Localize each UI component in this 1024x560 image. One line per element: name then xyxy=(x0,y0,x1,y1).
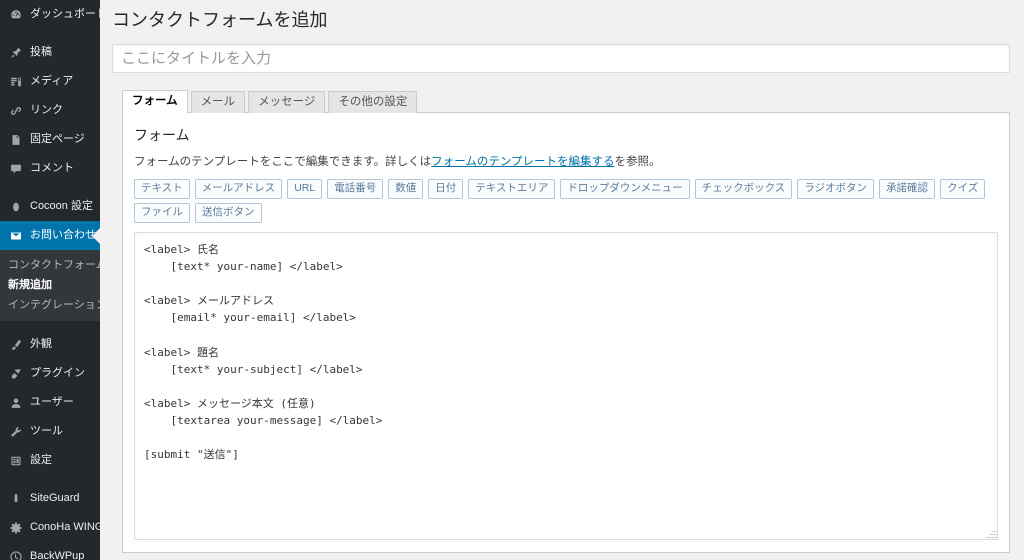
save-row: 保存 xyxy=(100,553,1024,560)
sidebar-item-comment[interactable]: コメント xyxy=(0,154,100,183)
sidebar-item-label: コメント xyxy=(30,162,74,174)
sidebar-item-label: ユーザー xyxy=(30,396,74,408)
tools-icon xyxy=(7,423,25,441)
sidebar-submenu-item-1[interactable]: 新規追加 xyxy=(0,275,100,295)
sidebar-item-cocoon[interactable]: Cocoon 設定 xyxy=(0,192,100,221)
sidebar-item-label: 固定ページ xyxy=(30,133,85,145)
siteguard-icon xyxy=(7,490,25,508)
tag-generator-buttons: テキスト メールアドレス URL 電話番号 数値 日付 テキストエリア ドロップダウンメニュー… xyxy=(134,179,998,224)
brush-icon xyxy=(7,336,25,354)
sidebar-item-label: お問い合わせ xyxy=(30,229,96,241)
pin-icon xyxy=(7,44,25,62)
sidebar-item-label: SiteGuard xyxy=(30,492,80,504)
gear-icon xyxy=(7,519,25,537)
tab-1[interactable]: メール xyxy=(190,91,246,114)
page-icon xyxy=(7,131,25,149)
sidebar-submenu-contact-form: コンタクトフォーム 新規追加 インテグレーション xyxy=(0,250,100,321)
dashboard-icon xyxy=(7,6,25,24)
sidebar-item-label: ConoHa WING xyxy=(30,521,100,533)
comment-icon xyxy=(7,160,25,178)
sidebar-separator xyxy=(0,29,100,38)
tag-button-1[interactable]: メールアドレス xyxy=(194,179,283,200)
sidebar-item-label: 外観 xyxy=(30,338,52,350)
tag-button-11[interactable]: クイズ xyxy=(940,179,986,200)
main-content: コンタクトフォームを追加 フォームメールメッセージその他の設定 フォーム フォー… xyxy=(100,0,1024,560)
sidebar-item-user[interactable]: ユーザー xyxy=(0,388,100,417)
sidebar-submenu-item-2[interactable]: インテグレーション xyxy=(0,295,100,315)
sidebar-item-backwpup[interactable]: BackWPup xyxy=(0,542,100,560)
tab-2[interactable]: メッセージ xyxy=(248,91,326,114)
mail-icon xyxy=(7,227,25,245)
backwpup-icon xyxy=(7,548,25,560)
panel-description: フォームのテンプレートをここで編集できます。詳しくはフォームのテンプレートを編集… xyxy=(134,154,998,171)
tag-button-5[interactable]: 日付 xyxy=(428,179,464,200)
tag-button-8[interactable]: チェックボックス xyxy=(694,179,793,200)
sidebar-item-settings[interactable]: 設定 xyxy=(0,446,100,475)
page-title: コンタクトフォームを追加 xyxy=(112,10,328,30)
sidebar-separator xyxy=(0,475,100,484)
tag-button-3[interactable]: 電話番号 xyxy=(327,179,384,200)
cocoon-icon xyxy=(7,198,25,216)
sidebar-separator xyxy=(0,183,100,192)
panel-description-after: を参照。 xyxy=(614,155,661,168)
link-icon xyxy=(7,102,25,120)
sidebar-item-label: ツール xyxy=(30,425,63,437)
tab-0[interactable]: フォーム xyxy=(122,90,188,114)
plugin-icon xyxy=(7,365,25,383)
form-template-doc-link[interactable]: フォームのテンプレートを編集する xyxy=(431,156,614,168)
panel-heading: フォーム xyxy=(134,127,190,144)
tag-button-9[interactable]: ラジオボタン xyxy=(797,179,875,200)
sidebar-item-label: 設定 xyxy=(30,454,52,466)
admin-screen: ダッシュボード 投稿メディアリンク固定ページコメント Cocoon 設定 お問い合わせ… xyxy=(0,0,1024,560)
sidebar-item-label: BackWPup xyxy=(30,550,85,560)
sidebar-submenu-item-0[interactable]: コンタクトフォーム xyxy=(0,255,100,275)
tag-button-7[interactable]: ドロップダウンメニュー xyxy=(560,179,690,200)
tab-3[interactable]: その他の設定 xyxy=(328,91,418,114)
tag-button-4[interactable]: 数値 xyxy=(388,179,424,200)
tag-button-6[interactable]: テキストエリア xyxy=(468,179,556,200)
media-icon xyxy=(7,73,25,91)
sidebar-item-media[interactable]: メディア xyxy=(0,67,100,96)
editor-tabs: フォーム メール メッセージ その他の設定 xyxy=(100,90,1024,114)
tag-button-12[interactable]: ファイル xyxy=(134,203,190,224)
form-title-input[interactable] xyxy=(112,44,1010,74)
admin-sidebar: ダッシュボード 投稿メディアリンク固定ページコメント Cocoon 設定 お問い合わせ… xyxy=(0,0,100,560)
sidebar-item-tools[interactable]: ツール xyxy=(0,417,100,446)
user-icon xyxy=(7,394,25,412)
sidebar-item-label: 投稿 xyxy=(30,46,52,58)
sidebar-item-page[interactable]: 固定ページ xyxy=(0,125,100,154)
form-template-textarea[interactable] xyxy=(134,232,998,541)
sidebar-item-brush[interactable]: 外観 xyxy=(0,330,100,359)
sidebar-item-label: Cocoon 設定 xyxy=(30,200,93,212)
tag-button-13[interactable]: 送信ボタン xyxy=(195,203,262,224)
settings-icon xyxy=(7,452,25,470)
sidebar-item-pin[interactable]: 投稿 xyxy=(0,38,100,67)
tag-button-10[interactable]: 承諾確認 xyxy=(879,179,936,200)
tag-button-0[interactable]: テキスト xyxy=(134,179,190,200)
sidebar-item-label: メディア xyxy=(30,75,74,87)
sidebar-item-label: ダッシュボード xyxy=(30,8,100,20)
tag-button-2[interactable]: URL xyxy=(287,179,323,200)
sidebar-item-gear[interactable]: ConoHa WING xyxy=(0,513,100,542)
sidebar-item-label: リンク xyxy=(30,104,63,116)
sidebar-item-siteguard[interactable]: SiteGuard xyxy=(0,484,100,513)
sidebar-item-mail[interactable]: お問い合わせ xyxy=(0,221,100,250)
title-input-wrap xyxy=(100,44,1024,74)
panel-description-before: フォームのテンプレートをここで編集できます。詳しくは xyxy=(134,155,432,168)
sidebar-item-plugin[interactable]: プラグイン xyxy=(0,359,100,388)
form-panel: フォーム フォームのテンプレートをここで編集できます。詳しくはフォームのテンプレ… xyxy=(122,112,1010,554)
sidebar-separator xyxy=(0,321,100,330)
sidebar-item-link[interactable]: リンク xyxy=(0,96,100,125)
sidebar-item-label: プラグイン xyxy=(30,367,85,379)
sidebar-item-dashboard[interactable]: ダッシュボード xyxy=(0,0,100,29)
